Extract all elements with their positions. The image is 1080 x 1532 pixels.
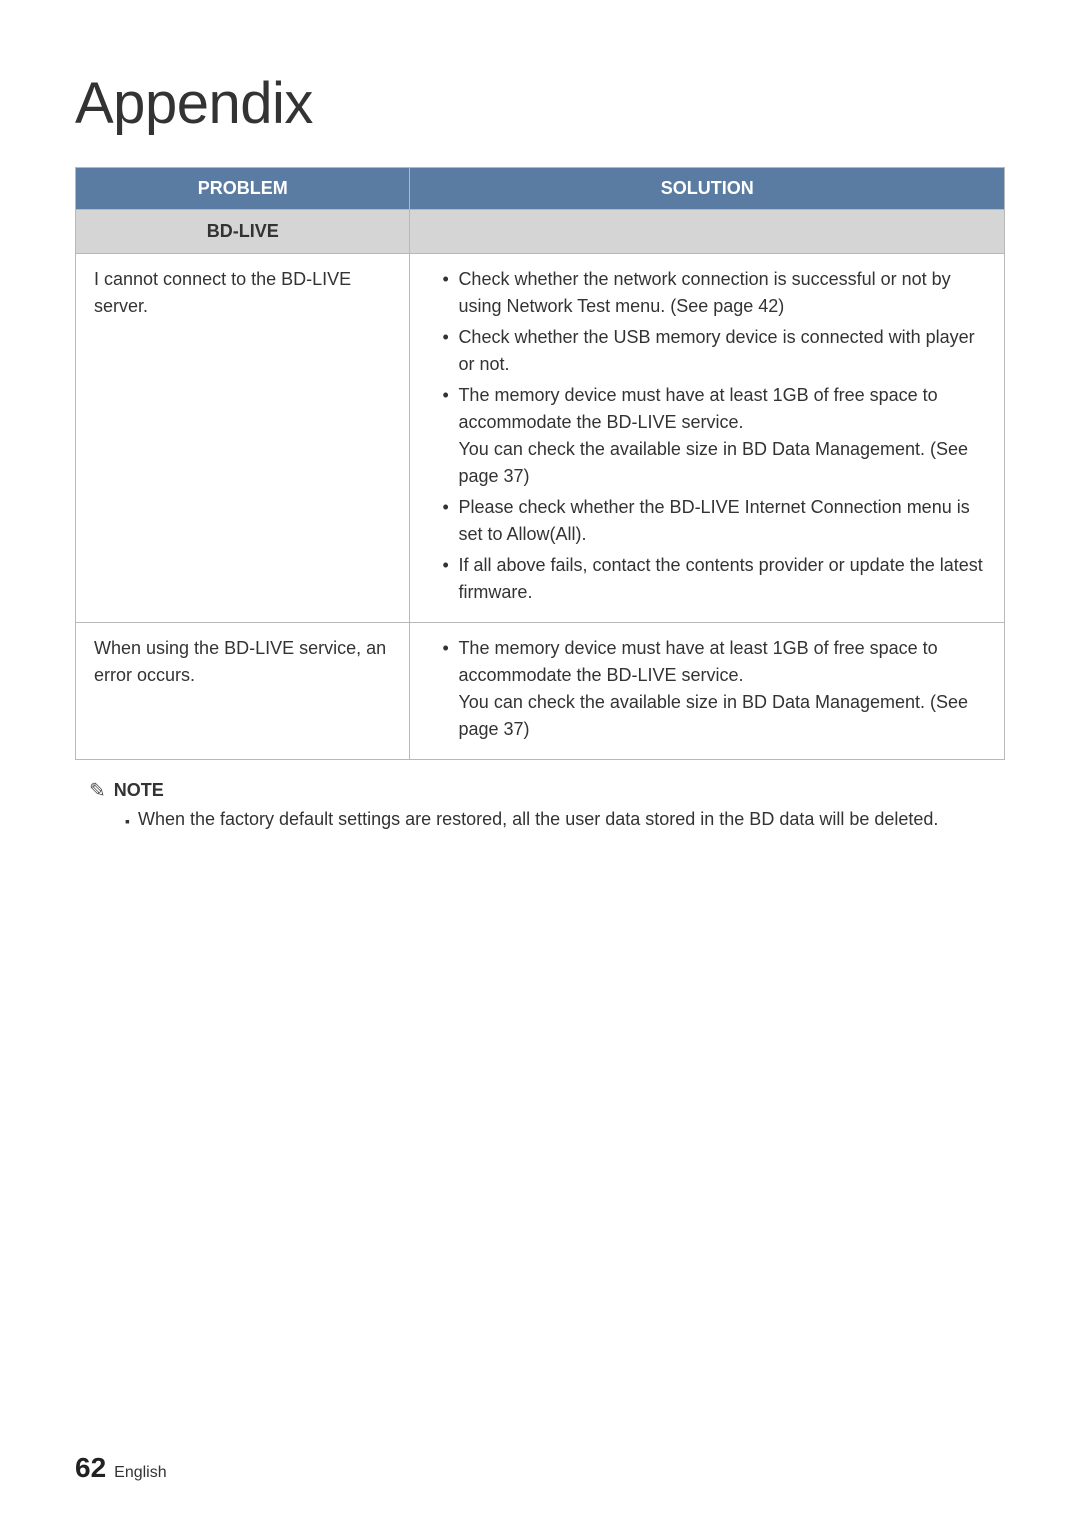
note-icon: ✎	[89, 778, 106, 803]
solution-cell: The memory device must have at least 1GB…	[410, 623, 1005, 760]
note-header: ✎ NOTE	[89, 778, 1005, 803]
page-title: Appendix	[75, 70, 1005, 137]
list-item: The memory device must have at least 1GB…	[442, 382, 986, 490]
solution-list: The memory device must have at least 1GB…	[428, 635, 986, 743]
troubleshooting-table: PROBLEM SOLUTION BD-LIVE I cannot connec…	[75, 167, 1005, 760]
list-item: If all above fails, contact the contents…	[442, 552, 986, 606]
problem-cell: I cannot connect to the BD-LIVE server.	[76, 254, 410, 623]
list-item: The memory device must have at least 1GB…	[442, 635, 986, 743]
list-item: Check whether the network connection is …	[442, 266, 986, 320]
problem-cell: When using the BD-LIVE service, an error…	[76, 623, 410, 760]
note-text: When the factory default settings are re…	[138, 809, 938, 830]
col-header-problem: PROBLEM	[76, 168, 410, 210]
table-subheader-row: BD-LIVE	[76, 210, 1005, 254]
list-item: Check whether the USB memory device is c…	[442, 324, 986, 378]
note-label: NOTE	[114, 780, 164, 801]
page-number: 62	[75, 1452, 106, 1484]
note-text-line: ▪ When the factory default settings are …	[89, 809, 1005, 830]
solution-list: Check whether the network connection is …	[428, 266, 986, 606]
solution-cell: Check whether the network connection is …	[410, 254, 1005, 623]
table-row: When using the BD-LIVE service, an error…	[76, 623, 1005, 760]
subheader-empty	[410, 210, 1005, 254]
note-section: ✎ NOTE ▪ When the factory default settin…	[75, 778, 1005, 830]
subheader-bdlive: BD-LIVE	[76, 210, 410, 254]
bullet-icon: ▪	[125, 813, 130, 829]
page-footer: 62 English	[75, 1452, 167, 1484]
table-row: I cannot connect to the BD-LIVE server. …	[76, 254, 1005, 623]
language-label: English	[114, 1464, 166, 1482]
list-item: Please check whether the BD-LIVE Interne…	[442, 494, 986, 548]
col-header-solution: SOLUTION	[410, 168, 1005, 210]
